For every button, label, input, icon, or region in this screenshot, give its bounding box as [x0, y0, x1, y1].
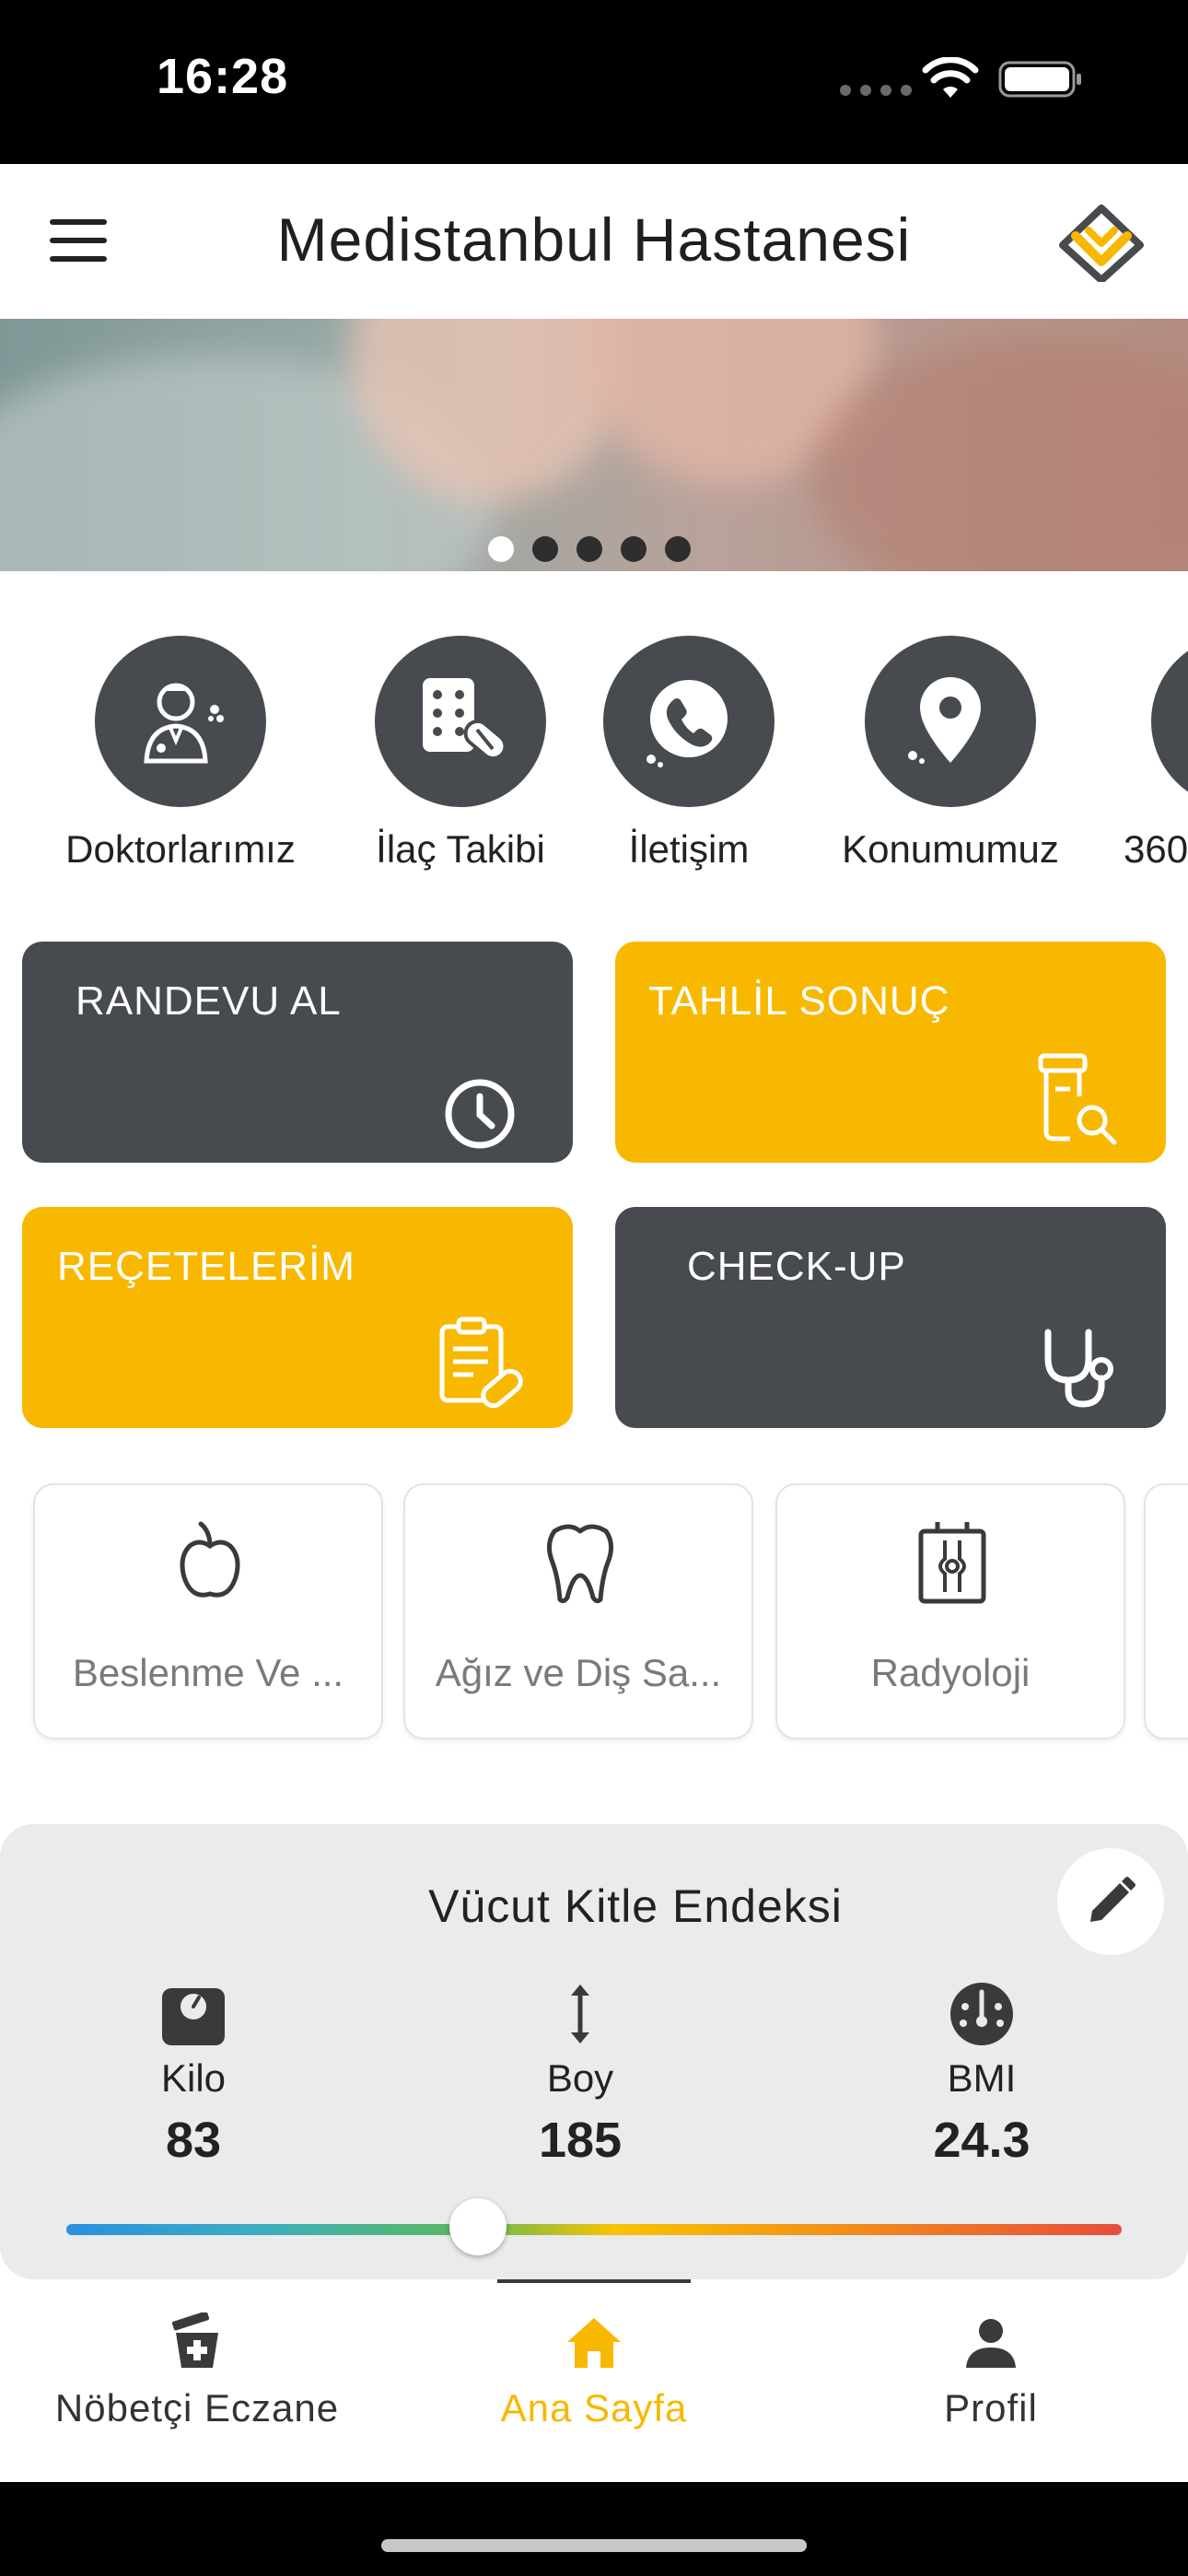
apple-icon	[180, 1521, 240, 1598]
banner-dot[interactable]	[665, 536, 691, 562]
quick-action-doctors[interactable]: Doktorlarımız	[42, 636, 319, 872]
card-title: TAHLİL SONUÇ	[648, 978, 950, 1024]
banner-dot[interactable]	[488, 536, 514, 562]
pencil-icon	[1090, 1877, 1136, 1922]
department-card-partial[interactable]	[1144, 1483, 1188, 1739]
active-tab-indicator	[497, 2279, 691, 2283]
test-results-card[interactable]: TAHLİL SONUÇ	[615, 942, 1166, 1163]
quick-action-contact[interactable]: İletişim	[551, 636, 827, 872]
card-title: CHECK-UP	[687, 1244, 906, 1289]
wifi-icon	[922, 57, 979, 98]
home-indicator[interactable]	[381, 2539, 807, 2552]
phone-icon	[646, 680, 728, 767]
bmi-slider-thumb[interactable]	[448, 2198, 507, 2255]
bmi-title: Vücut Kitle Endeksi	[428, 1880, 843, 1932]
doctor-icon	[144, 683, 224, 764]
clock-icon	[445, 1079, 515, 1149]
department-card-nutrition[interactable]: Beslenme Ve ...	[33, 1483, 383, 1739]
person-icon	[966, 2319, 1016, 2368]
weight-value: 83	[165, 2113, 222, 2168]
nav-label: Nöbetçi Eczane	[54, 2386, 340, 2430]
quick-action-360[interactable]: 360	[1124, 636, 1188, 872]
banner-dot[interactable]	[532, 536, 558, 562]
status-bar: 16:28	[0, 0, 1188, 164]
tooth-icon	[547, 1524, 613, 1604]
tab-pharmacy[interactable]: Nöbetçi Eczane	[13, 2313, 381, 2430]
department-card-dental[interactable]: Ağız ve Diş Sa...	[403, 1483, 753, 1739]
gauge-icon	[950, 1983, 1013, 2045]
bmi-index: BMI 24.3	[862, 1979, 1101, 2169]
appointment-card[interactable]: RANDEVU AL	[22, 942, 573, 1163]
tab-home[interactable]: Ana Sayfa	[410, 2313, 778, 2430]
status-time: 16:28	[157, 49, 289, 104]
quick-action-label: 360	[1124, 827, 1188, 871]
quick-action-label: Konumumuz	[842, 827, 1059, 871]
battery-icon	[998, 61, 1081, 98]
edit-bmi-button[interactable]	[1057, 1848, 1164, 1955]
bmi-height: Boy 185	[460, 1979, 700, 2169]
prescription-icon	[439, 1317, 523, 1409]
location-pin-icon	[908, 677, 981, 764]
bmi-panel: Vücut Kitle Endeksi Kilo 83 Boy 185 BMI …	[0, 1824, 1188, 2279]
department-label: Beslenme Ve ...	[72, 1651, 344, 1694]
pill-icon	[423, 678, 507, 761]
home-icon	[567, 2318, 621, 2368]
home-indicator-area	[0, 2482, 1188, 2576]
department-label: Ağız ve Diş Sa...	[435, 1651, 722, 1694]
card-title: RANDEVU AL	[76, 978, 342, 1024]
weight-label: Kilo	[160, 2056, 227, 2100]
bmi-scale-slider[interactable]	[66, 2224, 1122, 2235]
promo-banner[interactable]	[0, 319, 1188, 571]
cellular-signal-icon	[840, 85, 912, 96]
nav-label: Profil	[944, 2386, 1038, 2430]
hospital-logo-icon	[1059, 205, 1144, 282]
checkup-card[interactable]: CHECK-UP	[615, 1207, 1166, 1428]
quick-actions: Doktorlarımız İlaç Takibi İletişim Konum…	[0, 636, 1188, 884]
nav-label: Ana Sayfa	[500, 2386, 688, 2430]
quick-action-location[interactable]: Konumumuz	[812, 636, 1089, 872]
quick-action-label: Doktorlarımız	[65, 827, 296, 871]
height-value: 185	[538, 2113, 623, 2168]
prescriptions-card[interactable]: REÇETELERİM	[22, 1207, 573, 1428]
tab-profile[interactable]: Profil	[807, 2313, 1175, 2430]
banner-pagination[interactable]	[488, 536, 691, 562]
banner-dot[interactable]	[577, 536, 602, 562]
bottom-navigation: Nöbetçi Eczane Ana Sayfa Profil	[0, 2279, 1188, 2482]
app-header: Medistanbul Hastanesi	[0, 164, 1188, 319]
vertical-arrows-icon	[571, 1985, 589, 2043]
bmi-value: 24.3	[933, 2113, 1031, 2168]
department-label: Radyoloji	[870, 1651, 1031, 1694]
stethoscope-icon	[1044, 1329, 1113, 1408]
card-title: REÇETELERİM	[57, 1244, 355, 1289]
bmi-label: BMI	[947, 2056, 1017, 2100]
test-tube-search-icon	[1038, 1053, 1117, 1145]
banner-dot[interactable]	[621, 536, 646, 562]
xray-icon	[918, 1522, 986, 1604]
quick-action-label: İletişim	[628, 827, 750, 871]
weight-scale-icon	[162, 1988, 225, 2045]
bmi-weight: Kilo 83	[74, 1979, 313, 2169]
department-card-radiology[interactable]: Radyoloji	[775, 1483, 1125, 1739]
page-title: Medistanbul Hastanesi	[276, 205, 912, 274]
pharmacy-icon	[171, 2313, 218, 2368]
height-label: Boy	[546, 2056, 614, 2100]
